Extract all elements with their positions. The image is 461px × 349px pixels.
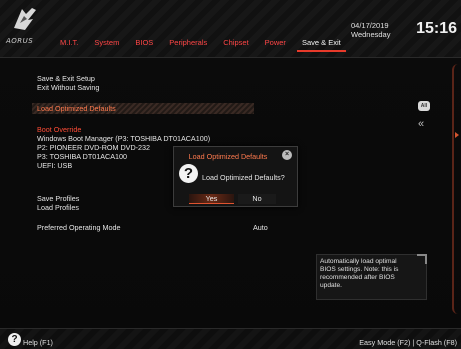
help-description-box: Automatically load optimal BIOS settings… bbox=[316, 254, 427, 300]
weekday-text: Wednesday bbox=[351, 30, 391, 39]
tab-mit[interactable]: M.I.T. bbox=[52, 36, 86, 52]
save-profiles-item[interactable]: Save Profiles bbox=[37, 194, 79, 203]
tab-peripherals[interactable]: Peripherals bbox=[161, 36, 215, 52]
bottom-bar: ? Help (F1) Easy Mode (F2) | Q-Flash (F8… bbox=[0, 328, 461, 349]
all-toggle-button[interactable]: All bbox=[418, 101, 430, 111]
clock: 15:16 bbox=[416, 20, 457, 37]
load-defaults-dialog: Load Optimized Defaults × ? Load Optimiz… bbox=[173, 146, 298, 207]
help-label[interactable]: Help (F1) bbox=[23, 338, 53, 347]
help-line: BIOS settings. Note: this is bbox=[320, 266, 399, 273]
preferred-mode-label: Preferred Operating Mode bbox=[37, 223, 121, 232]
boot-device-item[interactable]: Windows Boot Manager (P3: TOSHIBA DT01AC… bbox=[37, 134, 210, 143]
help-line: update. bbox=[320, 282, 342, 289]
side-panel-tab[interactable] bbox=[452, 64, 461, 314]
save-exit-setup-item[interactable]: Save & Exit Setup bbox=[37, 74, 95, 83]
mode-shortcuts[interactable]: Easy Mode (F2) | Q-Flash (F8) bbox=[359, 338, 457, 347]
tab-power[interactable]: Power bbox=[257, 36, 294, 52]
load-profiles-item[interactable]: Load Profiles bbox=[37, 203, 79, 212]
dialog-message: Load Optimized Defaults? bbox=[202, 173, 285, 182]
date-display: 04/17/2019 Wednesday bbox=[351, 21, 413, 39]
collapse-chevron-icon[interactable]: « bbox=[418, 119, 424, 130]
yes-button[interactable]: Yes bbox=[189, 194, 234, 204]
boot-device-item[interactable]: UEFI: USB bbox=[37, 161, 72, 170]
preferred-mode-value[interactable]: Auto bbox=[253, 223, 268, 232]
tab-system[interactable]: System bbox=[86, 36, 127, 52]
bios-screen: AORUS M.I.T. System BIOS Peripherals Chi… bbox=[0, 0, 461, 349]
close-icon[interactable]: × bbox=[282, 150, 292, 160]
dialog-title: Load Optimized Defaults bbox=[188, 152, 268, 161]
help-icon[interactable]: ? bbox=[8, 333, 21, 346]
load-optimized-defaults-item[interactable]: Load Optimized Defaults bbox=[32, 103, 254, 114]
preferred-operating-mode-row[interactable]: Preferred Operating Mode Auto bbox=[37, 223, 268, 232]
help-line: Automatically load optimal bbox=[320, 258, 397, 265]
question-icon: ? bbox=[179, 164, 198, 183]
tab-bios[interactable]: BIOS bbox=[127, 36, 161, 52]
aorus-eagle-icon bbox=[14, 8, 36, 30]
no-button[interactable]: No bbox=[238, 194, 276, 204]
exit-without-saving-item[interactable]: Exit Without Saving bbox=[37, 83, 99, 92]
tab-save-exit[interactable]: Save & Exit bbox=[294, 36, 349, 52]
help-line: recommended after BIOS bbox=[320, 274, 395, 281]
main-tabs: M.I.T. System BIOS Peripherals Chipset P… bbox=[52, 36, 349, 52]
tab-chipset[interactable]: Chipset bbox=[215, 36, 256, 52]
panel-arrow-icon bbox=[455, 132, 459, 138]
boot-device-item[interactable]: P2: PIONEER DVD-ROM DVD-232 bbox=[37, 143, 150, 152]
boot-device-item[interactable]: P3: TOSHIBA DT01ACA100 bbox=[37, 152, 127, 161]
top-bar: AORUS M.I.T. System BIOS Peripherals Chi… bbox=[0, 0, 461, 58]
brand-name: AORUS bbox=[6, 37, 34, 45]
date-text: 04/17/2019 bbox=[351, 21, 389, 30]
aorus-logo: AORUS bbox=[4, 6, 46, 46]
boot-override-heading: Boot Override bbox=[37, 125, 82, 134]
